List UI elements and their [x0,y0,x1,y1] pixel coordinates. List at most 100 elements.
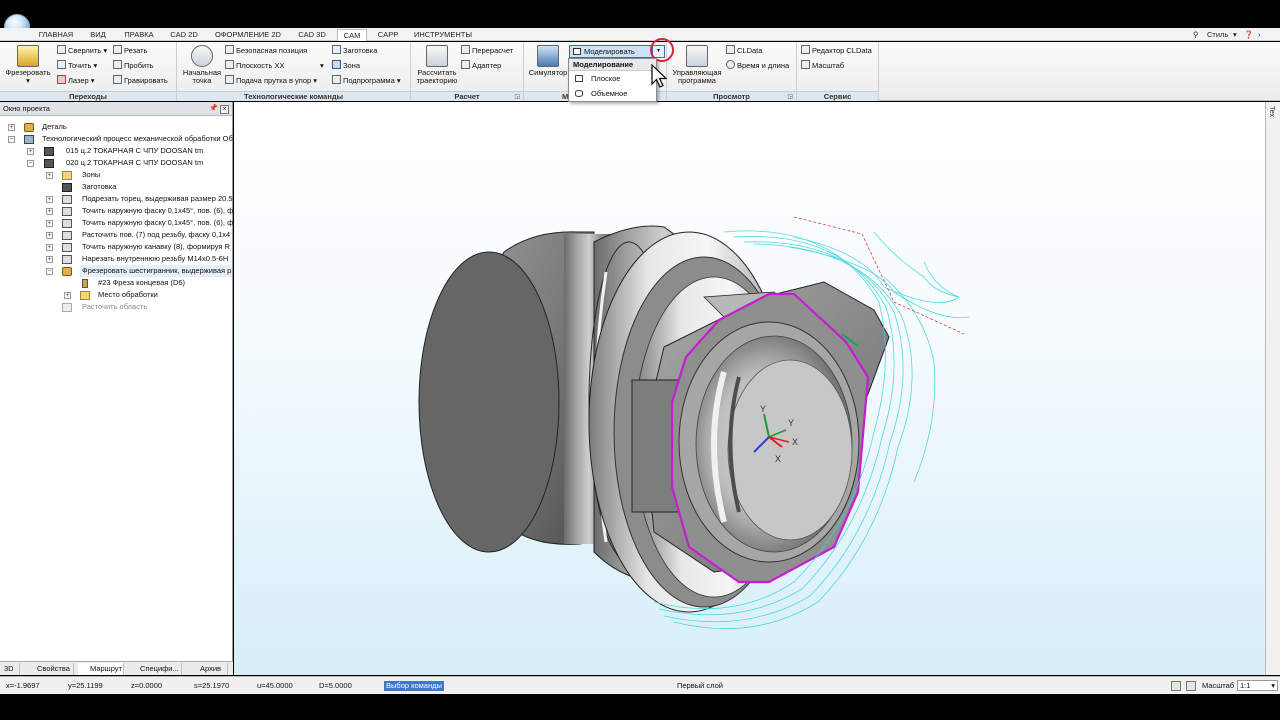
dropdown-item-flat[interactable]: Плоское [569,71,656,86]
layer-icon[interactable] [1171,681,1181,691]
tree-collapse-icon[interactable]: − [8,136,15,143]
tab-home[interactable]: ГЛАВНАЯ [36,29,76,41]
lathe-icon [44,159,54,168]
tree-expand-icon[interactable]: + [27,148,34,155]
pin-icon[interactable]: 📌 [209,105,218,113]
cldata-icon [726,45,735,54]
engrave-button[interactable]: Гравировать [113,74,168,87]
search-icon[interactable]: ⚲ [1193,29,1199,40]
prosmotr-launcher-icon[interactable]: ◲ [787,93,793,100]
tree-item-mill-hex[interactable]: Фрезеровать шестигранник, выдерживая р [80,265,232,277]
subprogram-button[interactable]: Подпрограмма ▾ [332,74,401,87]
tab-drafting-2d[interactable]: ОФОРМЛЕНИЕ 2D [212,29,284,41]
time-length-button[interactable]: Время и длина [726,59,789,72]
tab-archive[interactable]: Архив [186,663,228,675]
help-icon[interactable]: ❓ [1244,29,1253,40]
cldata-editor-button[interactable]: Редактор CLData [801,44,872,57]
safe-position-button[interactable]: Безопасная позиция [225,44,307,57]
tree-item-bore-area[interactable]: Расточить область [82,301,147,313]
adapter-icon [461,60,470,69]
tree-expand-icon[interactable]: + [46,232,53,239]
recalc-button[interactable]: Перерасчет [461,44,513,57]
tree-item-machining-place[interactable]: Место обработки [98,289,158,301]
plane-dropdown[interactable]: ▾ [320,59,324,72]
close-icon[interactable]: × [220,105,229,114]
tab-capp[interactable]: CAPP [374,29,402,41]
calc-trajectory-button[interactable]: Рассчитать траекторию [413,45,461,85]
mill-button[interactable]: Фрезеровать ▾ [4,45,52,85]
drill-button[interactable]: Сверлить ▾ [57,44,107,57]
tree-expand-icon[interactable]: + [46,220,53,227]
tree-item-part[interactable]: Деталь [42,121,67,133]
side-tab[interactable]: Тех [1268,106,1275,117]
chevron-down-icon[interactable]: ▾ [1271,681,1275,690]
cldata-button[interactable]: CLData [726,44,762,57]
tab-cad3d[interactable]: CAD 3D [294,29,330,41]
process-icon [24,135,34,144]
coord-d: D=5.0000 [319,681,352,690]
tree-expand-icon[interactable]: + [46,208,53,215]
tree-collapse-icon[interactable]: − [46,268,53,275]
grid-icon[interactable] [1186,681,1196,691]
plane-xx-button[interactable]: Плоскость XX [225,59,285,72]
start-point-button[interactable]: Начальная точка [180,45,224,85]
tab-route[interactable]: Маршрут [78,663,124,675]
tab-cam[interactable]: CAM [337,29,367,41]
tree-item-op-020[interactable]: 020 ц.2 ТОКАРНАЯ С ЧПУ DOOSAN tm [66,157,203,169]
scale-button[interactable]: Масштаб [801,59,844,72]
tree-item-blank[interactable]: Заготовка [82,181,116,193]
zone-button[interactable]: Зона [332,59,360,72]
tree-item-step[interactable]: Подрезать торец, выдерживая размер 20.5 [82,193,233,205]
blank-button[interactable]: Заготовка [332,44,377,57]
tree-expand-icon[interactable]: + [46,244,53,251]
start-point-icon [191,45,213,67]
turn-button[interactable]: Точить ▾ [57,59,97,72]
window-titlebar [0,0,1280,28]
operation-icon [62,231,72,240]
tree-item-step[interactable]: Нарезать внутреннюю резьбу M14x0.5-6H [82,253,228,265]
tree-expand-icon[interactable]: + [64,292,71,299]
tree-collapse-icon[interactable]: − [27,160,34,167]
scale-select[interactable]: 1:1 ▾ [1237,680,1278,691]
tree-item-zones[interactable]: Зоны [82,169,100,181]
tree-item-step[interactable]: Точить наружную канавку (8), формируя R [82,241,230,253]
laser-button[interactable]: Лазер ▾ [57,74,95,87]
control-program-button[interactable]: Управляющая программа [671,45,723,85]
tab-edit[interactable]: ПРАВКА [120,29,158,41]
3d-viewport[interactable]: Y Y X X [234,102,1265,675]
right-side-panel[interactable]: Тех [1265,102,1280,675]
tree-item-process[interactable]: Технологический процесс механической обр… [42,133,233,145]
cut-button[interactable]: Резать [113,44,147,57]
tree-item-tool[interactable]: #23 Фреза концевая (D6) [98,277,185,289]
tree-expand-icon[interactable]: + [8,124,15,131]
tree-item-op-015[interactable]: 015 ц.2 ТОКАРНАЯ С ЧПУ DOOSAN tm [66,145,203,157]
current-layer[interactable]: Первый слой [677,681,723,691]
tab-tools[interactable]: ИНСТРУМЕНТЫ [410,29,476,41]
tree-expand-icon[interactable]: + [46,256,53,263]
tab-specification[interactable]: Специфи... [128,663,182,675]
tab-cad2d[interactable]: CAD 2D [166,29,202,41]
tree-expand-icon[interactable]: + [46,172,53,179]
model-drawing: Y Y X X [418,216,970,630]
tree-item-step[interactable]: Точить наружную фаску 0,1х45°, пов. (6),… [82,205,237,217]
tree-item-step[interactable]: Расточить пов. (7) под резьбу, фаску 0,1… [82,229,230,241]
coord-z: z=0.0000 [131,681,163,690]
bar-feed-button[interactable]: Подача прутка в упор ▾ [225,74,317,87]
volume-model-icon [575,90,583,97]
tree-expand-icon[interactable]: + [46,196,53,203]
tab-view[interactable]: ВИД [84,29,112,41]
punch-button[interactable]: Пробить [113,59,154,72]
style-menu[interactable]: Стиль [1207,29,1228,40]
tab-3d[interactable]: 3D [2,663,20,675]
app-logo-icon[interactable] [4,14,30,28]
chevron-down-icon[interactable]: ▾ [1233,29,1237,40]
dropdown-header: Моделирование [569,59,656,71]
dropdown-item-volume[interactable]: Объемное [569,86,656,101]
adapter-button[interactable]: Адаптер [461,59,501,72]
raschet-launcher-icon[interactable]: ◲ [514,93,520,100]
simulator-button[interactable]: Симулятор [528,45,568,77]
blank-icon [62,183,72,192]
chevron-right-icon[interactable]: › [1258,29,1261,40]
tree-item-step[interactable]: Точить наружную фаску 0,1х45°, пов. (6),… [82,217,237,229]
tab-properties[interactable]: Свойства [24,663,74,675]
